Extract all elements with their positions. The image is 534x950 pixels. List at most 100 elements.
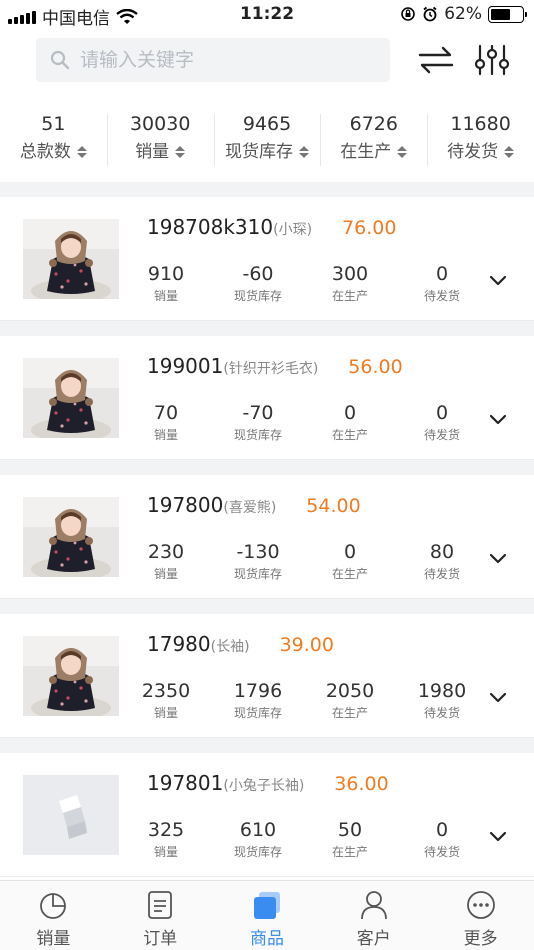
tab-2[interactable]: 商品 [214,881,321,950]
stat-label: 在生产 [340,142,392,162]
product-code: 17980 [147,632,211,656]
product-thumbnail[interactable] [23,636,119,716]
product-list: 198708k310 (小琛) 76.00 910 销量 -60 现货库存 30… [0,197,534,877]
stat-label: 总款数 [19,142,71,162]
metric-value: 910 [147,263,185,285]
stat-to-ship[interactable]: 11680 待发货 [427,110,534,170]
product-card[interactable]: 197801 (小兔子长袖) 36.00 325 销量 610 现货库存 50 … [0,753,534,877]
metric-value: -60 [242,263,274,285]
product-title: 199001 (针织开衫毛衣) 56.00 [147,354,403,378]
product-icon [253,892,280,919]
metric-label: 在生产 [331,706,368,720]
product-metric: 0 在生产 [304,539,396,583]
tab-3[interactable]: 客户 [320,881,427,950]
metric-value: 0 [343,541,357,563]
tab-0[interactable]: 销量 [0,881,107,950]
chevron-down-icon[interactable] [488,690,508,704]
status-bar: 中国电信 11:22 62% [0,0,534,30]
search-icon [50,50,70,70]
sort-toggle-icon [76,146,87,158]
product-metric: 2350 销量 [120,678,212,722]
card-gap [0,460,534,475]
product-metrics: 2350 销量 1796 现货库存 2050 在生产 1980 待发货 [120,678,490,722]
chevron-down-icon[interactable] [488,829,508,843]
chevron-down-icon[interactable] [488,551,508,565]
sort-toggle-icon [504,146,515,158]
product-price: 54.00 [306,495,361,517]
metric-value: -130 [236,541,280,563]
product-photo [23,497,119,577]
sort-toggle-icon [175,146,186,158]
product-card[interactable]: 198708k310 (小琛) 76.00 910 销量 -60 现货库存 30… [0,197,534,321]
metric-value: -70 [242,402,274,424]
stat-in-production[interactable]: 6726 在生产 [320,110,427,170]
product-thumbnail[interactable] [23,219,119,299]
metric-label: 销量 [153,428,178,442]
product-metric: 1980 待发货 [396,678,488,722]
product-metric: 1796 现货库存 [212,678,304,722]
product-metric: 50 在生产 [304,817,396,861]
search-box[interactable] [36,38,390,82]
product-thumbnail[interactable] [23,358,119,438]
metric-value: 300 [331,263,369,285]
stat-stock[interactable]: 9465 现货库存 [213,110,321,170]
stat-value: 51 [41,113,66,135]
search-input[interactable] [80,49,370,71]
metric-value: 2050 [325,680,375,702]
bottom-tab-bar: 销量 订单 商品 客户 更多 [0,880,534,950]
metric-label: 在生产 [331,845,368,859]
product-card[interactable]: 199001 (针织开衫毛衣) 56.00 70 销量 -70 现货库存 0 在… [0,336,534,460]
search-row [0,38,534,82]
metric-label: 待发货 [423,428,460,442]
chevron-down-icon[interactable] [488,273,508,287]
metric-label: 待发货 [423,706,460,720]
stat-total-styles[interactable]: 51 总款数 [0,110,107,170]
alarm-icon [423,6,437,22]
product-metric: 610 现货库存 [212,817,304,861]
product-metric: 0 待发货 [396,261,488,305]
metric-label: 销量 [153,706,178,720]
product-metric: 230 销量 [120,539,212,583]
filter-sliders-icon[interactable] [474,44,510,76]
image-placeholder-icon [23,775,119,855]
section-divider [0,182,534,197]
sort-toggle-icon [298,146,309,158]
product-card[interactable]: 197800 (喜爱熊) 54.00 230 销量 -130 现货库存 0 在生… [0,475,534,599]
product-metric: 300 在生产 [304,261,396,305]
metric-label: 待发货 [423,289,460,303]
metric-label: 销量 [153,289,178,303]
product-metrics: 325 销量 610 现货库存 50 在生产 0 待发货 [120,817,490,861]
stat-sales[interactable]: 30030 销量 [106,110,214,170]
product-metric: 0 待发货 [396,817,488,861]
metric-value: 70 [153,402,179,424]
pie-chart-icon [40,893,67,919]
tab-label: 销量 [36,929,71,949]
chevron-down-icon[interactable] [488,412,508,426]
metric-value: 0 [343,402,357,424]
order-list-icon [148,891,173,919]
product-thumbnail[interactable] [23,497,119,577]
product-metric: 325 销量 [120,817,212,861]
product-title: 198708k310 (小琛) 76.00 [147,215,396,239]
product-name: (长袖) [210,639,250,655]
product-photo [23,636,119,716]
metric-label: 现货库存 [233,706,282,720]
switch-arrows-icon[interactable] [418,44,454,76]
metric-value: 230 [147,541,185,563]
tab-4[interactable]: 更多 [427,881,534,950]
product-price: 76.00 [342,217,397,239]
metric-value: 325 [147,819,185,841]
product-metrics: 910 销量 -60 现货库存 300 在生产 0 待发货 [120,261,490,305]
card-gap [0,599,534,614]
tab-1[interactable]: 订单 [107,881,214,950]
stat-label-wrap: 现货库存 [225,138,309,166]
product-card[interactable]: 17980 (长袖) 39.00 2350 销量 1796 现货库存 2050 … [0,614,534,738]
product-code: 199001 [147,354,224,378]
metric-label: 现货库存 [233,428,282,442]
product-thumbnail[interactable] [23,775,119,855]
product-code: 198708k310 [147,215,274,239]
stat-label: 销量 [135,142,170,162]
orientation-lock-icon [401,7,416,21]
metric-value: 2350 [141,680,191,702]
product-metrics: 70 销量 -70 现货库存 0 在生产 0 待发货 [120,400,490,444]
